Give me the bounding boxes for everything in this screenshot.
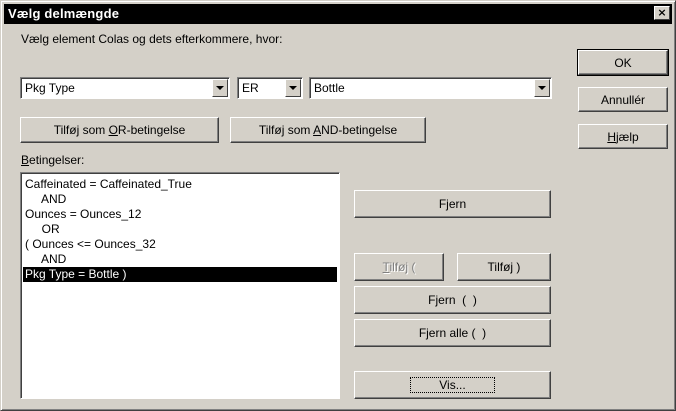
- title-bar[interactable]: Vælg delmængde ×: [4, 4, 672, 24]
- add-or-condition-label: Tilføj som OR-betingelse: [54, 123, 186, 137]
- subset-dialog: Vælg delmængde × Vælg element Colas og d…: [0, 0, 676, 411]
- conditions-label: Betingelser:: [21, 153, 84, 167]
- list-item[interactable]: Ounces = Ounces_12: [23, 207, 337, 222]
- chevron-down-icon[interactable]: [212, 79, 228, 97]
- list-item[interactable]: ( Ounces <= Ounces_32: [23, 237, 337, 252]
- add-open-paren-rest: ilføj (: [389, 260, 416, 274]
- value-select-value: Bottle: [314, 81, 345, 95]
- add-and-prefix: Tilføj som: [258, 123, 314, 137]
- add-open-paren-label: Tilføj (: [383, 260, 416, 274]
- field-select[interactable]: Pkg Type: [20, 77, 230, 99]
- operator-select[interactable]: ER: [237, 77, 303, 99]
- add-and-suffix: ND-betingelse: [321, 123, 398, 137]
- field-select-value: Pkg Type: [25, 81, 75, 95]
- list-item[interactable]: AND: [23, 192, 337, 207]
- remove-all-parens-label: Fjern alle ( ): [418, 326, 487, 340]
- conditions-listbox[interactable]: Caffeinated = Caffeinated_True AND Ounce…: [20, 172, 340, 399]
- add-and-mnemonic: A: [313, 123, 322, 137]
- value-select[interactable]: Bottle: [309, 77, 552, 99]
- add-or-prefix: Tilføj som: [53, 123, 109, 137]
- cancel-button-label: Annullér: [600, 92, 646, 107]
- chevron-down-icon[interactable]: [285, 79, 301, 97]
- conditions-label-rest: etingelser:: [29, 153, 85, 167]
- remove-parens-label: Fjern ( ): [428, 293, 477, 307]
- add-and-condition-label: Tilføj som AND-betingelse: [259, 123, 397, 137]
- add-close-paren-label: Tilføj ): [487, 260, 521, 274]
- add-or-mnemonic: O: [108, 123, 118, 137]
- show-button-label: Vis...: [439, 378, 466, 392]
- add-or-suffix: R-betingelse: [117, 123, 186, 137]
- list-item-selected[interactable]: Pkg Type = Bottle ): [23, 267, 337, 282]
- cancel-button[interactable]: Annullér: [578, 87, 668, 112]
- show-button[interactable]: Vis...: [354, 371, 551, 399]
- prompt-label: Vælg element Colas og dets efterkommere,…: [21, 32, 283, 46]
- operator-select-value: ER: [242, 81, 259, 95]
- help-button-label: Hjælp: [607, 130, 638, 144]
- remove-parens-button[interactable]: Fjern ( ): [354, 286, 551, 314]
- list-item[interactable]: AND: [23, 252, 337, 267]
- add-or-condition-button[interactable]: Tilføj som OR-betingelse: [20, 117, 219, 143]
- help-button[interactable]: Hjælp: [578, 124, 668, 149]
- add-open-paren-button[interactable]: Tilføj (: [354, 253, 444, 281]
- chevron-down-icon[interactable]: [534, 79, 550, 97]
- remove-button[interactable]: Fjern: [354, 190, 551, 218]
- ok-button-label: OK: [614, 55, 632, 70]
- add-and-condition-button[interactable]: Tilføj som AND-betingelse: [230, 117, 426, 143]
- ok-button[interactable]: OK: [577, 49, 669, 76]
- list-item[interactable]: OR: [23, 222, 337, 237]
- dialog-title: Vælg delmængde: [8, 6, 120, 21]
- show-button-focus: Vis...: [410, 377, 495, 393]
- help-mnemonic: H: [607, 129, 616, 144]
- add-close-paren-button[interactable]: Tilføj ): [457, 253, 551, 281]
- remove-button-label: Fjern: [438, 197, 467, 211]
- list-item[interactable]: Caffeinated = Caffeinated_True: [23, 177, 337, 192]
- close-icon[interactable]: ×: [654, 6, 670, 20]
- conditions-label-mnemonic: B: [21, 153, 30, 167]
- remove-all-parens-button[interactable]: Fjern alle ( ): [354, 319, 551, 347]
- help-rest: jælp: [615, 129, 639, 144]
